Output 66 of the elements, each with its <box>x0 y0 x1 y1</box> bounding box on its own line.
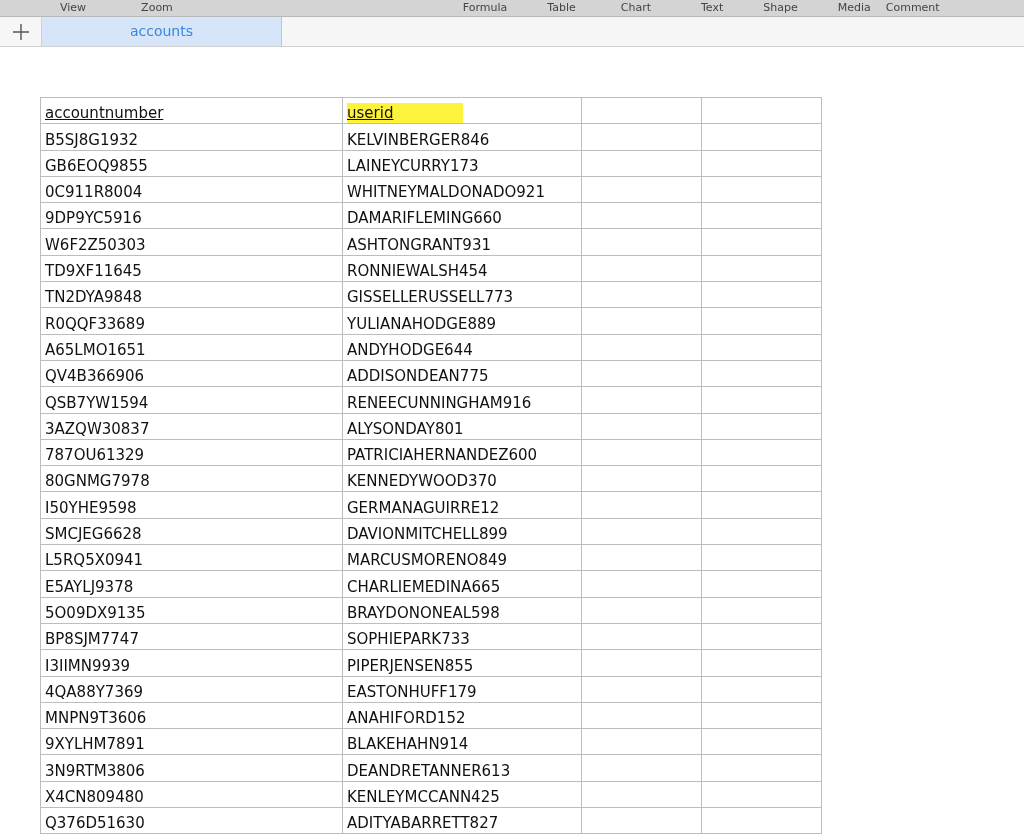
table-cell: I3IIMN9939 <box>40 649 343 677</box>
table-cell: PIPERJENSEN855 <box>342 649 582 677</box>
table-cell: E5AYLJ9378 <box>40 570 343 598</box>
toolbar-label[interactable]: Formula <box>462 0 508 16</box>
table-cell: BRAYDONONEAL598 <box>342 597 582 624</box>
table-cell: MARCUSMORENO849 <box>342 544 582 571</box>
table-cell: GERMANAGUIRRE12 <box>342 491 582 519</box>
table-cell: TD9XF11645 <box>40 255 343 282</box>
table-cell: ALYSONDAY801 <box>342 413 582 440</box>
table-cell: X4CN809480 <box>40 781 343 808</box>
table-cell: 9XYLHM7891 <box>40 728 343 755</box>
table-cell: SOPHIEPARK733 <box>342 623 582 650</box>
toolbar-label[interactable]: Text <box>701 0 724 16</box>
toolbar-label[interactable]: Zoom <box>141 0 173 16</box>
table-cell: 4QA88Y7369 <box>40 676 343 703</box>
table-cell: QSB7YW1594 <box>40 386 343 414</box>
toolbar-label[interactable]: View <box>60 0 87 16</box>
table-cell: R0QQF33689 <box>40 307 343 335</box>
table-cell: YULIANAHODGE889 <box>342 307 582 335</box>
table-cell: CHARLIEMEDINA665 <box>342 570 582 598</box>
table-cell: KENNEDYWOOD370 <box>342 465 582 492</box>
table-cell: ADDISONDEAN775 <box>342 360 582 387</box>
table-cell: WHITNEYMALDONADO921 <box>342 176 582 203</box>
toolbar-label[interactable]: Table <box>547 0 576 16</box>
table-cell: W6F2Z50303 <box>40 229 343 256</box>
toolbar-label[interactable]: Shape <box>763 0 798 16</box>
table-cell: MNPN9T3606 <box>40 702 343 729</box>
table-cell: A65LMO1651 <box>40 334 343 361</box>
table-cell: Q376D51630 <box>40 807 343 834</box>
table-cell: I50YHE9598 <box>40 491 343 519</box>
toolbar-label[interactable]: Media <box>837 0 871 16</box>
table-cell: PATRICIAHERNANDEZ600 <box>342 439 582 466</box>
table-cell: B5SJ8G1932 <box>40 123 343 151</box>
table-cell: RENEECUNNINGHAM916 <box>342 386 582 414</box>
table-cell: KENLEYMCCANN425 <box>342 781 582 808</box>
table-cell: BLAKEHAHN914 <box>342 728 582 755</box>
table-cell: KELVINBERGER846 <box>342 123 582 151</box>
table-cell: QV4B366906 <box>40 360 343 387</box>
table-cell: 5O09DX9135 <box>40 597 343 624</box>
table-cell: 9DP9YC5916 <box>40 202 343 229</box>
plus-icon <box>11 22 30 41</box>
table-cell: SMCJEG6628 <box>40 518 343 545</box>
column-header: accountnumber <box>45 103 165 124</box>
column-header: userid <box>347 103 463 124</box>
table-cell: TN2DYA9848 <box>40 281 343 308</box>
table-cell: 80GNMG7978 <box>40 465 343 492</box>
table-cell: ANDYHODGE644 <box>342 334 582 361</box>
table-cell: 3N9RTM3806 <box>40 754 343 782</box>
table-cell: 0C911R8004 <box>40 176 343 203</box>
table-cell: DAVIONMITCHELL899 <box>342 518 582 545</box>
table-cell: ANAHIFORD152 <box>342 702 582 729</box>
table-cell: 3AZQW30837 <box>40 413 343 440</box>
table-cell: EASTONHUFF179 <box>342 676 582 703</box>
table-cell: L5RQ5X0941 <box>40 544 343 571</box>
table-cell: ASHTONGRANT931 <box>342 229 582 256</box>
table-cell: LAINEYCURRY173 <box>342 150 582 177</box>
toolbar-label[interactable]: Comment <box>885 0 940 16</box>
table-cell: DEANDRETANNER613 <box>342 754 582 782</box>
table-cell: GISSELLERUSSELL773 <box>342 281 582 308</box>
table-cell: 787OU61329 <box>40 439 343 466</box>
table-cell: DAMARIFLEMING660 <box>342 202 582 229</box>
table-cell: GB6EOQ9855 <box>40 150 343 177</box>
table-cell: BP8SJM7747 <box>40 623 343 650</box>
table-cell: ADITYABARRETT827 <box>342 807 582 834</box>
toolbar-label[interactable]: Chart <box>620 0 651 16</box>
table-cell: RONNIEWALSH454 <box>342 255 582 282</box>
